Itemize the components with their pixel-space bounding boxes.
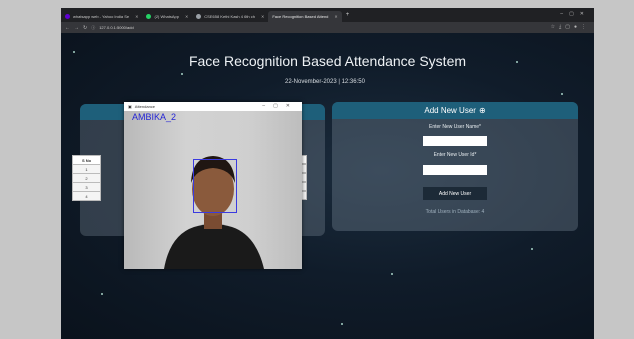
close-icon[interactable]: ✕	[185, 14, 188, 19]
close-icon[interactable]: ✕	[334, 14, 337, 19]
attendance-table: S No 1 2 3 4	[72, 155, 101, 201]
camera-window[interactable]: ▣ Attendance –▢✕ AMBIKA_2	[124, 102, 302, 269]
table-header-sno: S No	[72, 155, 101, 165]
new-tab-icon[interactable]: +	[346, 12, 350, 18]
star-decoration	[181, 73, 183, 75]
star-decoration	[101, 293, 103, 295]
close-icon[interactable]: ✕	[135, 14, 138, 19]
tab-bar: whatsapp web - Yahoo India Se ✕ (2) What…	[61, 8, 594, 22]
close-icon[interactable]: ✕	[261, 14, 264, 19]
address-bar: ←→↻ ⓘ 127.0.0.1:5000/add ☆⤓▢●⋮	[61, 22, 594, 33]
star-decoration	[561, 93, 563, 95]
user-add-icon: ⊕	[478, 106, 486, 115]
toolbar-icons[interactable]: ☆⤓▢●⋮	[551, 24, 590, 30]
user-name-input[interactable]	[423, 136, 487, 146]
app-icon: ▣	[128, 104, 132, 109]
page-content: Face Recognition Based Attendance System…	[61, 33, 594, 339]
table-row: 3	[72, 182, 101, 192]
tab-whatsapp[interactable]: (2) WhatsApp ✕	[142, 11, 192, 22]
user-id-input[interactable]	[423, 165, 487, 175]
tab-label: Face Recognition Based Attend	[272, 14, 329, 19]
page-title: Face Recognition Based Attendance System	[188, 53, 467, 69]
star-decoration	[341, 323, 343, 325]
table-row: 4	[72, 191, 101, 201]
user-name-label: Enter New User Name*	[429, 124, 481, 130]
tab-cse[interactable]: CSE658 Kethi Kash 4 6th ch ✕	[192, 11, 268, 22]
camera-title-bar[interactable]: ▣ Attendance –▢✕	[124, 102, 302, 111]
whatsapp-icon	[146, 14, 152, 19]
globe-icon	[196, 14, 202, 19]
recognized-name: AMBIKA_2	[132, 112, 177, 122]
date-time: 22-November-2023 | 12:36:50	[285, 79, 365, 85]
star-decoration	[391, 273, 393, 275]
tab-attendance[interactable]: Face Recognition Based Attend ✕	[268, 11, 342, 22]
face-bounding-box	[193, 159, 237, 213]
add-user-header: Add New User ⊕	[332, 102, 578, 119]
tab-label: whatsapp web - Yahoo India Se	[73, 14, 130, 19]
star-decoration	[531, 248, 533, 250]
navigation-icons[interactable]: ←→↻	[65, 25, 91, 31]
camera-feed: AMBIKA_2	[124, 111, 302, 269]
yahoo-icon	[65, 14, 70, 19]
screenshot-frame: whatsapp web - Yahoo India Se ✕ (2) What…	[0, 0, 634, 339]
url-field[interactable]: 127.0.0.1:5000/add	[99, 25, 133, 30]
tab-label: (2) WhatsApp	[154, 14, 179, 19]
user-id-label: Enter New User Id*	[433, 152, 477, 158]
add-user-title: Add New User	[424, 106, 476, 115]
info-icon[interactable]: ⓘ	[91, 25, 95, 31]
camera-window-title: Attendance	[134, 104, 156, 109]
add-user-card: Add New User ⊕ Enter New User Name* Ente…	[332, 102, 578, 231]
table-row: 1	[72, 164, 101, 174]
window-controls[interactable]: –▢✕	[560, 11, 590, 17]
table-row: 2	[72, 173, 101, 183]
tab-yahoo[interactable]: whatsapp web - Yahoo India Se ✕	[61, 11, 142, 22]
browser-window: whatsapp web - Yahoo India Se ✕ (2) What…	[61, 8, 594, 339]
total-users-text: Total Users in Database: 4	[425, 209, 485, 215]
window-controls[interactable]: –▢✕	[262, 103, 298, 109]
add-user-button[interactable]: Add New User	[423, 187, 487, 200]
tab-label: CSE658 Kethi Kash 4 6th ch	[204, 14, 255, 19]
